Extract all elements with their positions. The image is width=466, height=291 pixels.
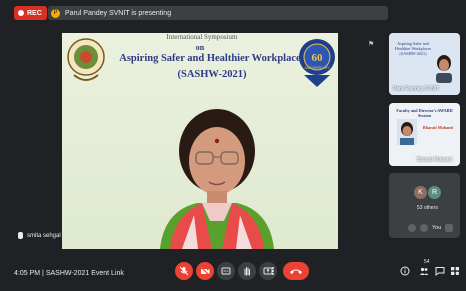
pin-icon[interactable]: ⚑ bbox=[368, 40, 374, 48]
raise-hand-button[interactable] bbox=[238, 262, 256, 280]
raise-hand-icon bbox=[244, 267, 250, 276]
camera-off-small-icon bbox=[420, 224, 428, 232]
tile1-name: Parul Pandey SVNIT bbox=[393, 86, 440, 92]
mic-off-icon bbox=[179, 266, 189, 276]
participant-count: 54 bbox=[424, 259, 430, 265]
bottom-control-bar: 4:05 PM | SASHW-2021 Event Link 54 bbox=[0, 256, 466, 291]
banner-heading: International Symposium bbox=[166, 33, 238, 41]
presenter-thumbnail-icon bbox=[436, 55, 452, 83]
chat-icon bbox=[435, 267, 445, 276]
clock-time: 4:05 PM bbox=[14, 270, 41, 277]
meeting-name: SASHW-2021 Event Link bbox=[45, 270, 124, 277]
you-label: You bbox=[432, 225, 442, 231]
rec-label: REC bbox=[27, 9, 42, 17]
presenting-banner[interactable]: P Parul Pandey SVNIT is presenting bbox=[48, 6, 388, 20]
hangup-icon bbox=[290, 269, 302, 274]
camera-off-icon bbox=[200, 266, 210, 276]
top-bar: REC P Parul Pandey SVNIT is presenting bbox=[0, 0, 466, 28]
avatar-r: R bbox=[428, 186, 441, 199]
anniversary-number: 60 bbox=[312, 52, 324, 64]
captions-icon bbox=[221, 267, 231, 275]
recording-badge: REC bbox=[14, 6, 47, 20]
captions-button[interactable] bbox=[217, 262, 235, 280]
camera-toggle-button[interactable] bbox=[196, 262, 214, 280]
info-icon bbox=[400, 266, 410, 276]
people-icon bbox=[419, 267, 429, 275]
record-dot-icon bbox=[18, 10, 24, 16]
speaker-video bbox=[152, 99, 282, 249]
tile1-slide-text: Aspiring Safer and Healthier Workplaces … bbox=[394, 41, 432, 57]
main-video-stage[interactable]: International Symposium on Aspiring Safe… bbox=[62, 33, 338, 249]
speaker-name-label: smita sehgal bbox=[18, 232, 61, 239]
tile2-name: Bharati Mohanti bbox=[417, 157, 453, 163]
activities-icon bbox=[451, 267, 460, 276]
more-options-button[interactable] bbox=[268, 262, 278, 280]
participant-tile-presenter[interactable]: Aspiring Safer and Healthier Workplaces … bbox=[389, 33, 460, 95]
banner-on: on bbox=[195, 43, 205, 52]
microphone-icon bbox=[18, 232, 23, 239]
participant-tile-award[interactable]: Faculty and Director's AWARD Session Bha… bbox=[389, 103, 460, 166]
banner-subtitle: (SASHW-2021) bbox=[177, 69, 247, 80]
banner-title: Aspiring Safer and Healthier Workplaces bbox=[119, 53, 305, 64]
tile2-awardee-name: Bharati Mohanti bbox=[422, 125, 454, 130]
presenting-text: Parul Pandey SVNIT is presenting bbox=[65, 9, 172, 17]
tile2-header: Faculty and Director's AWARD Session bbox=[396, 108, 453, 119]
self-view-row[interactable]: You bbox=[408, 224, 454, 232]
mic-off-small-icon bbox=[408, 224, 416, 232]
activities-button[interactable] bbox=[450, 266, 460, 276]
anniversary-emblem-icon: 60 ANNIVERSARY bbox=[299, 39, 335, 87]
expand-icon[interactable] bbox=[445, 224, 454, 232]
more-icon bbox=[272, 267, 274, 275]
separator: | bbox=[42, 270, 44, 277]
mic-toggle-button[interactable] bbox=[175, 262, 193, 280]
meeting-details-button[interactable] bbox=[400, 266, 410, 276]
presenter-avatar-icon: P bbox=[51, 8, 60, 18]
speaker-name-text: smita sehgal bbox=[27, 232, 61, 239]
meeting-info: 4:05 PM | SASHW-2021 Event Link bbox=[14, 270, 124, 277]
avatar-k: K bbox=[414, 186, 427, 199]
others-count-label: 53 others bbox=[417, 205, 438, 211]
awardee-photo-icon bbox=[397, 119, 417, 145]
anniversary-word: ANNIVERSARY bbox=[304, 66, 330, 70]
people-button[interactable] bbox=[419, 266, 429, 276]
leave-call-button[interactable] bbox=[283, 262, 309, 280]
chat-button[interactable] bbox=[435, 266, 445, 276]
